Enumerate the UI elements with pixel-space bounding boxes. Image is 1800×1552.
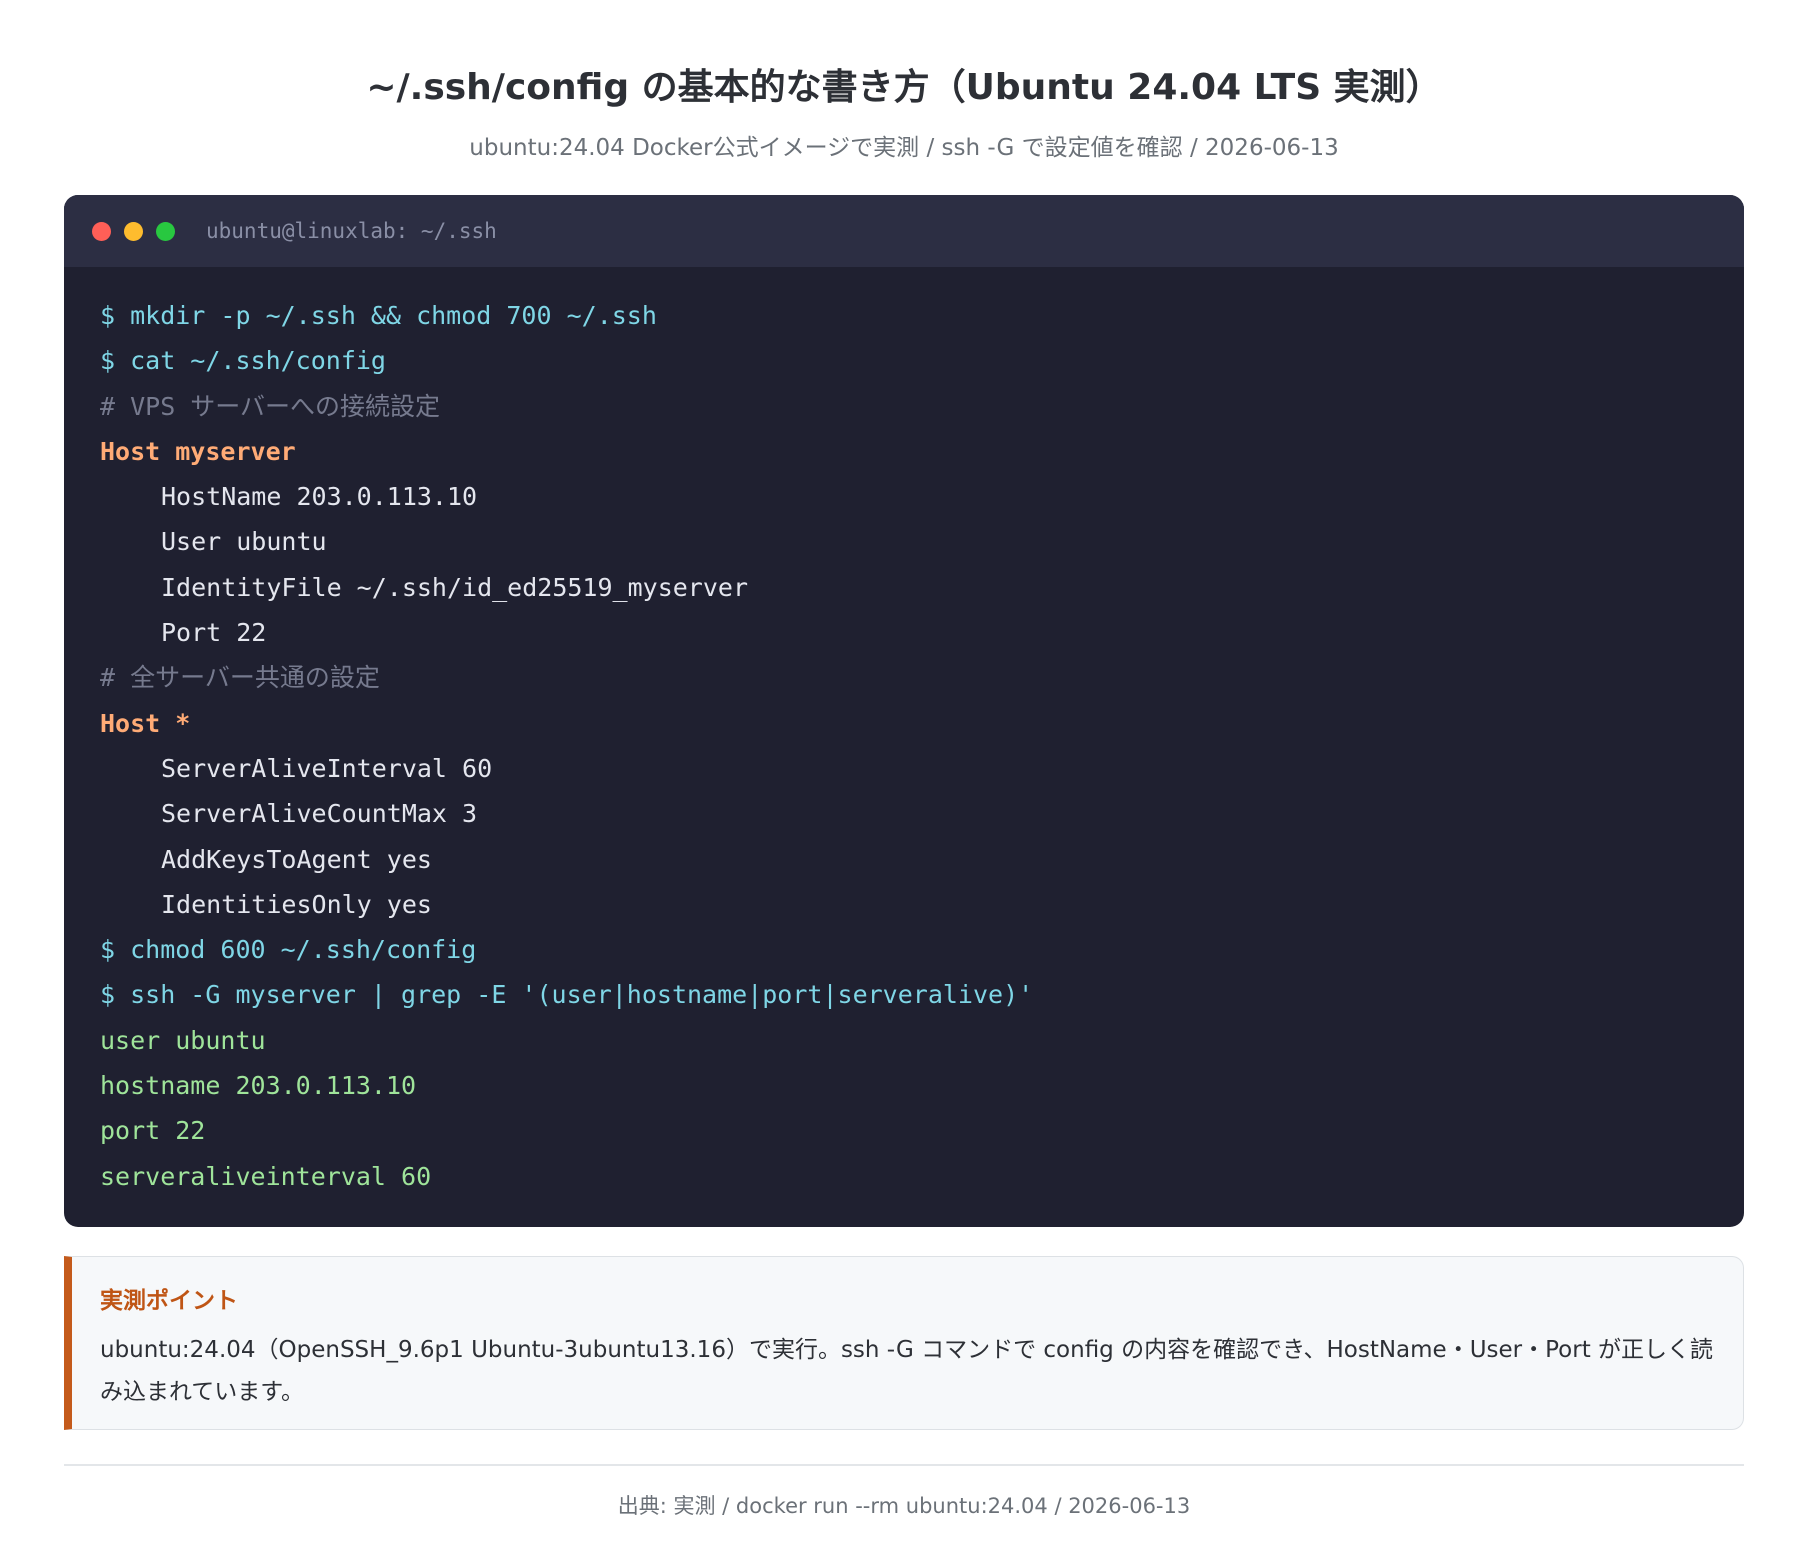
terminal-line-out: serveraliveinterval 60 xyxy=(100,1161,432,1191)
terminal-line-opt: IdentitiesOnly yes xyxy=(161,889,432,919)
page: ~/.ssh/config の基本的な書き方（Ubuntu 24.04 LTS … xyxy=(64,0,1744,1518)
terminal-line-opt: ServerAliveCountMax 3 xyxy=(161,799,478,829)
terminal-line-comment: # 全サーバー共通の設定 xyxy=(100,663,380,693)
terminal-line-opt: Port 22 xyxy=(161,618,267,648)
terminal-line-cmd: $ chmod 600 ~/.ssh/config xyxy=(100,935,477,965)
terminal-line-opt: AddKeysToAgent yes xyxy=(161,844,432,874)
page-title: ~/.ssh/config の基本的な書き方（Ubuntu 24.04 LTS … xyxy=(366,67,1442,108)
terminal-title: ubuntu@linuxlab: ~/.ssh xyxy=(206,219,497,243)
terminal-line-opt: HostName 203.0.113.10 xyxy=(161,482,478,512)
terminal-line-opt: IdentityFile ~/.ssh/id_ed25519_myserver xyxy=(161,572,748,602)
terminal-output: $ mkdir -p ~/.ssh && chmod 700 ~/.ssh $ c… xyxy=(64,267,1744,1199)
terminal-line-out: user ubuntu xyxy=(100,1025,266,1055)
terminal-line-opt: User ubuntu xyxy=(161,527,327,557)
footer-source: 出典: 実測 / docker run --rm ubuntu:24.04 / … xyxy=(617,1494,1191,1518)
callout-body: ubuntu:24.04（OpenSSH_9.6p1 Ubuntu-3ubunt… xyxy=(100,1337,1714,1405)
maximize-dot-icon[interactable] xyxy=(156,221,175,241)
minimize-dot-icon[interactable] xyxy=(124,221,143,241)
terminal-line-cmd: $ ssh -G myserver | grep -E '(user|hostn… xyxy=(100,980,1034,1010)
terminal-window: ubuntu@linuxlab: ~/.ssh $ mkdir -p ~/.ss… xyxy=(64,195,1744,1227)
terminal-line-opt: ServerAliveInterval 60 xyxy=(161,753,493,783)
callout-heading: 実測ポイント xyxy=(100,1288,238,1314)
terminal-line-out: port 22 xyxy=(100,1116,206,1146)
page-subtitle: ubuntu:24.04 Docker公式イメージで実測 / ssh -G で設… xyxy=(469,135,1339,161)
terminal-line-cmd: $ cat ~/.ssh/config xyxy=(100,346,386,376)
footer-divider xyxy=(64,1464,1744,1466)
close-dot-icon[interactable] xyxy=(92,221,111,241)
terminal-line-cmd: $ mkdir -p ~/.ssh && chmod 700 ~/.ssh xyxy=(100,301,657,330)
terminal-line-comment: # VPS サーバーへの接続設定 xyxy=(100,391,441,421)
terminal-line-host: Host myserver xyxy=(100,436,296,466)
terminal-line-host: Host * xyxy=(100,708,191,738)
terminal-titlebar: ubuntu@linuxlab: ~/.ssh xyxy=(64,195,1744,267)
terminal-line-out: hostname 203.0.113.10 xyxy=(100,1071,417,1101)
callout-box: 実測ポイント ubuntu:24.04（OpenSSH_9.6p1 Ubuntu… xyxy=(64,1256,1744,1430)
